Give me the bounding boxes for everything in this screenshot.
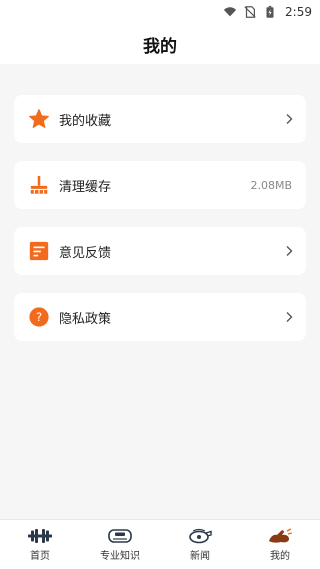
- menu-item-feedback[interactable]: 意见反馈: [14, 227, 306, 275]
- nav-item-news[interactable]: 新闻: [160, 520, 240, 569]
- nav-item-knowledge[interactable]: 专业知识: [80, 520, 160, 569]
- wifi-icon: [223, 7, 237, 17]
- muscle-arm-icon: [269, 527, 293, 543]
- nav-label: 我的: [270, 550, 290, 562]
- chevron-right-icon: [286, 114, 293, 124]
- chevron-right-icon: [286, 246, 293, 256]
- battery-charging-icon: [266, 5, 274, 18]
- whistle-icon: [189, 528, 212, 543]
- no-sim-icon: [244, 6, 256, 18]
- bottom-nav: 首页 专业知识 新闻 我的: [0, 519, 320, 569]
- menu-item-label: 我的收藏: [59, 113, 112, 129]
- nav-item-me[interactable]: 我的: [240, 520, 320, 569]
- menu-item-clear-cache[interactable]: 清理缓存 2.08MB: [14, 161, 306, 209]
- status-time: 2:59: [285, 5, 312, 19]
- broom-icon: [28, 174, 50, 196]
- chevron-right-icon: [286, 312, 293, 322]
- dumbbell-icon: [28, 528, 52, 543]
- settings-menu: 我的收藏 清理缓存 2.08MB 意见反馈 ? 隐私政策: [14, 95, 306, 359]
- nav-label: 首页: [30, 550, 50, 562]
- menu-item-label: 意见反馈: [59, 245, 112, 261]
- page-title: 我的: [143, 36, 177, 57]
- profile-screen: 2:59 我的 我的收藏 清理缓存 2.08MB 意见反馈 ? 隐私政策 首页 …: [0, 0, 320, 569]
- cache-size: 2.08MB: [250, 178, 292, 192]
- document-icon: [28, 240, 50, 262]
- header: 我的: [0, 24, 320, 64]
- status-bar: 2:59: [0, 0, 320, 24]
- menu-item-label: 清理缓存: [59, 179, 112, 195]
- scale-icon: [108, 528, 132, 543]
- star-icon: [28, 108, 50, 130]
- menu-item-label: 隐私政策: [59, 311, 112, 327]
- nav-label: 专业知识: [100, 550, 140, 562]
- menu-item-privacy[interactable]: ? 隐私政策: [14, 293, 306, 341]
- nav-label: 新闻: [190, 550, 210, 562]
- svg-text:?: ?: [36, 310, 42, 324]
- menu-item-favorites[interactable]: 我的收藏: [14, 95, 306, 143]
- question-circle-icon: ?: [28, 306, 50, 328]
- nav-item-home[interactable]: 首页: [0, 520, 80, 569]
